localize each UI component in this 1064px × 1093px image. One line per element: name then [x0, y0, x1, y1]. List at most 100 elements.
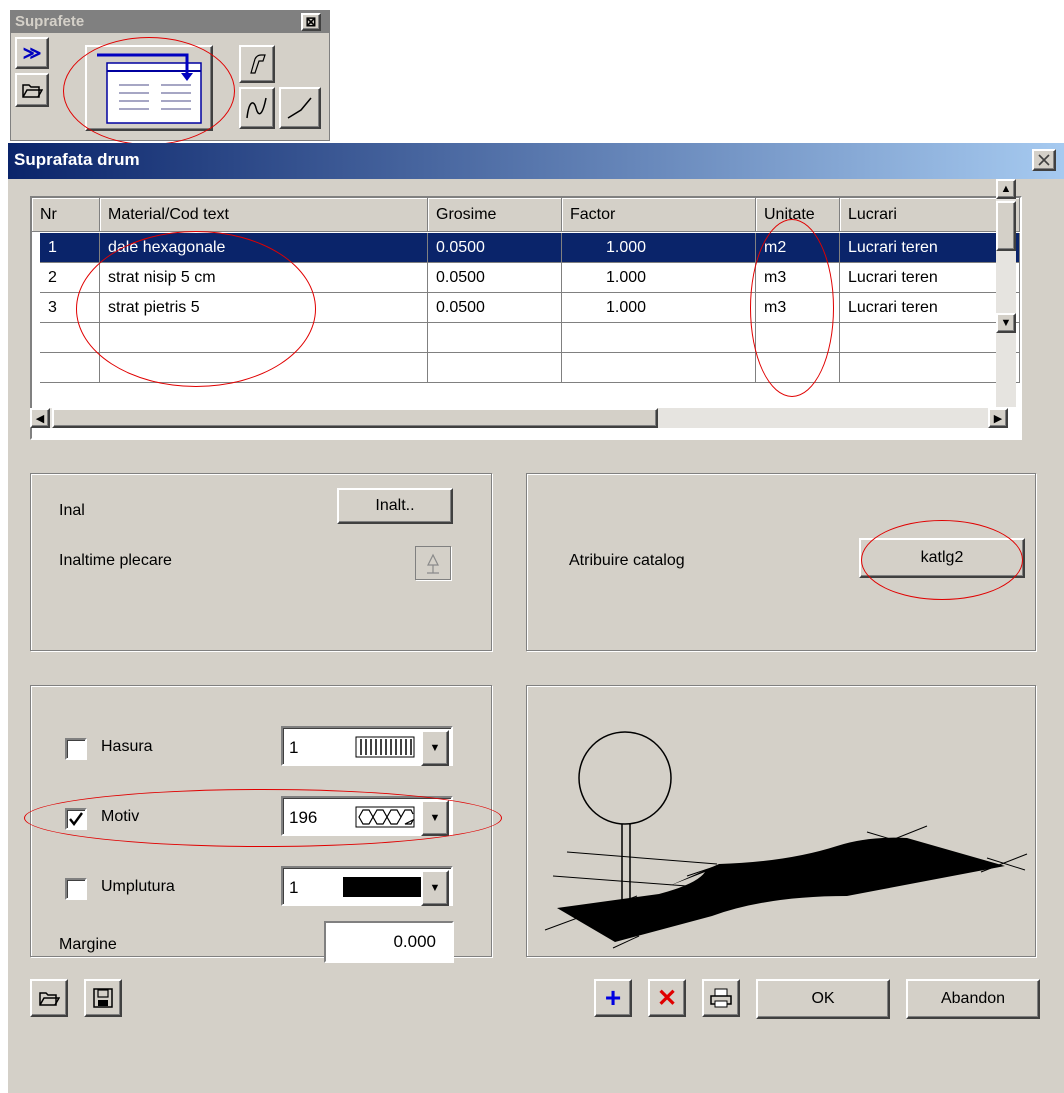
hasura-value: 1 [289, 738, 299, 757]
motiv-select[interactable]: 196 ▼ [281, 796, 453, 836]
start-height-label: Inaltime plecare [59, 552, 172, 569]
expand-icon[interactable]: ≫ [15, 37, 49, 69]
column-header-material[interactable]: Material/Cod text [100, 198, 428, 232]
table-header: Nr Material/Cod text Grosime Factor Unit… [32, 198, 1020, 233]
cell-grosime[interactable] [428, 323, 562, 353]
dialog-title: Suprafata drum [8, 143, 1064, 179]
cell-grosime[interactable]: 0.0500 [428, 293, 562, 323]
scroll-left-arrow-icon[interactable]: ◀ [30, 408, 50, 428]
inal-label: Inal [59, 502, 85, 519]
motiv-dropdown-arrow-icon[interactable]: ▼ [421, 800, 449, 836]
toolbar-title: Suprafete [11, 11, 329, 33]
cell-lucrari[interactable]: Lucrari teren [840, 263, 1020, 293]
open-folder-icon[interactable] [15, 73, 49, 107]
umplutura-checkbox[interactable] [65, 878, 87, 900]
umplutura-select[interactable]: 1 ▼ [281, 866, 453, 906]
catalog-group: Atribuire catalog katlg2 [526, 473, 1036, 651]
column-header-factor[interactable]: Factor [562, 198, 756, 232]
cell-unitate[interactable]: m3 [756, 263, 840, 293]
open-folder-icon[interactable] [30, 979, 68, 1017]
catalog-label: Atribuire catalog [569, 552, 685, 569]
vertical-scrollbar[interactable]: ▲ ▼ [996, 179, 1016, 407]
cell-grosime[interactable]: 0.0500 [428, 263, 562, 293]
inalt-button[interactable]: Inalt.. [337, 488, 453, 524]
materials-table: Nr Material/Cod text Grosime Factor Unit… [30, 196, 1022, 440]
cell-nr[interactable]: 2 [40, 263, 100, 293]
height-group: Inal Inalt.. Inaltime plecare [30, 473, 492, 651]
horizontal-scrollbar[interactable]: ◀ ▶ [30, 408, 1008, 428]
motiv-value: 196 [289, 808, 318, 827]
cell-unitate[interactable]: m3 [756, 293, 840, 323]
column-header-grosime[interactable]: Grosime [428, 198, 562, 232]
preview-group [526, 685, 1036, 957]
column-header-nr[interactable]: Nr [32, 198, 100, 232]
cell-nr[interactable] [40, 323, 100, 353]
table-row[interactable] [40, 353, 1020, 383]
motiv-checkbox[interactable] [65, 808, 87, 830]
cell-grosime[interactable] [428, 353, 562, 383]
cell-factor[interactable]: 1.000 [562, 263, 756, 293]
margine-label: Margine [59, 936, 117, 953]
cell-lucrari[interactable]: Lucrari teren [840, 293, 1020, 323]
table-row[interactable] [40, 323, 1020, 353]
table-row[interactable]: 1 dale hexagonale 0.0500 1.000 m2 Lucrari ter… [40, 233, 1020, 263]
table-insert-icon[interactable] [85, 45, 213, 131]
abandon-button[interactable]: Abandon [906, 979, 1040, 1019]
curve-icon[interactable] [239, 87, 275, 129]
umplutura-value: 1 [289, 878, 299, 897]
scroll-down-arrow-icon[interactable]: ▼ [996, 313, 1016, 333]
scroll-right-arrow-icon[interactable]: ▶ [988, 408, 1008, 428]
cell-nr[interactable]: 1 [40, 233, 100, 263]
cell-factor[interactable]: 1.000 [562, 233, 756, 263]
hasura-label: Hasura [101, 738, 153, 755]
column-header-unitate[interactable]: Unitate [756, 198, 840, 232]
delete-icon[interactable]: ✕ [648, 979, 686, 1017]
cell-material[interactable]: strat pietris 5 [100, 293, 428, 323]
cell-material[interactable]: dale hexagonale [100, 233, 428, 263]
cell-grosime[interactable]: 0.0500 [428, 233, 562, 263]
cell-unitate[interactable]: m2 [756, 233, 840, 263]
cell-material[interactable]: strat nisip 5 cm [100, 263, 428, 293]
print-icon[interactable] [702, 979, 740, 1017]
toolbar-close-button[interactable]: ⊠ [301, 13, 321, 31]
cell-nr[interactable]: 3 [40, 293, 100, 323]
save-icon[interactable] [84, 979, 122, 1017]
cell-factor[interactable] [562, 323, 756, 353]
cell-lucrari[interactable] [840, 323, 1020, 353]
cell-unitate[interactable] [756, 353, 840, 383]
ok-button[interactable]: OK [756, 979, 890, 1019]
umplutura-label: Umplutura [101, 878, 175, 895]
cell-factor[interactable]: 1.000 [562, 293, 756, 323]
fill-color-swatch [343, 877, 421, 897]
hatch-pattern-icon [355, 736, 415, 758]
table-row[interactable]: 3 strat pietris 5 0.0500 1.000 m3 Lucrari ter… [40, 293, 1020, 323]
cell-factor[interactable] [562, 353, 756, 383]
horizontal-scroll-thumb[interactable] [52, 408, 658, 428]
pattern-group: Hasura 1 ▼ Motiv 196 ▼ Umplutura 1 ▼ Mar… [30, 685, 492, 957]
cell-unitate[interactable] [756, 323, 840, 353]
motiv-label: Motiv [101, 808, 140, 825]
start-height-button[interactable] [415, 546, 451, 580]
column-header-lucrari[interactable]: Lucrari [840, 198, 1020, 232]
margine-input[interactable]: 0.000 [324, 921, 454, 963]
line-icon[interactable] [279, 87, 321, 129]
surface-preview-drawing [544, 731, 1028, 949]
table-row[interactable]: 2 strat nisip 5 cm 0.0500 1.000 m3 Lucrari te… [40, 263, 1020, 293]
catalog-button[interactable]: katlg2 [859, 538, 1025, 578]
cell-material[interactable] [100, 323, 428, 353]
path-icon[interactable] [239, 45, 275, 83]
hasura-dropdown-arrow-icon[interactable]: ▼ [421, 730, 449, 766]
umplutura-dropdown-arrow-icon[interactable]: ▼ [421, 870, 449, 906]
add-icon[interactable]: + [594, 979, 632, 1017]
surfaces-toolbar: Suprafete ⊠ ≫ [10, 10, 330, 145]
hasura-select[interactable]: 1 ▼ [281, 726, 453, 766]
cell-nr[interactable] [40, 353, 100, 383]
vertical-scroll-thumb[interactable] [996, 201, 1016, 251]
scroll-up-arrow-icon[interactable]: ▲ [996, 179, 1016, 199]
cell-lucrari[interactable]: Lucrari teren [840, 233, 1020, 263]
cell-lucrari[interactable] [840, 353, 1020, 383]
hasura-checkbox[interactable] [65, 738, 87, 760]
cell-material[interactable] [100, 353, 428, 383]
dialog-close-button[interactable] [1032, 149, 1056, 171]
surface-dialog: Suprafata drum Nr Material/Cod text Gros… [8, 143, 1064, 1093]
